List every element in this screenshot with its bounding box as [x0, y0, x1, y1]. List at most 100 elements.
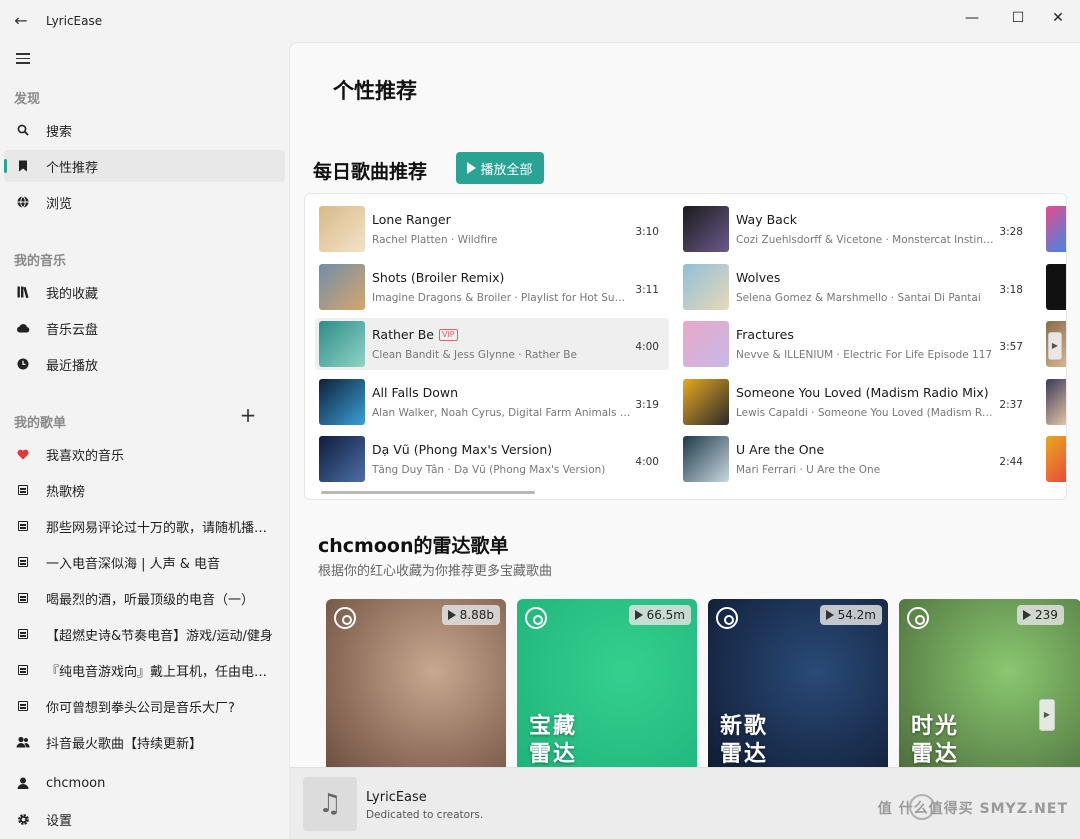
nav-browse[interactable]: 浏览	[4, 186, 285, 218]
song-title: All Falls Down	[372, 385, 459, 400]
song-row[interactable]: Shots (Broiler Remix) Imagine Dragons & …	[315, 261, 669, 313]
playlist-item[interactable]: 热歌榜	[4, 474, 285, 506]
playlist-item[interactable]: 一入电音深似海 | 人声 & 电音	[4, 546, 285, 578]
horizontal-scrollbar[interactable]	[321, 491, 535, 494]
nav-settings-label: 设置	[46, 813, 73, 829]
add-playlist-icon[interactable]: +	[238, 405, 258, 426]
play-count-icon	[634, 610, 643, 620]
clock-icon	[14, 355, 32, 373]
radar-playlist-card[interactable]: 66.5m 宝藏 雷达	[517, 599, 697, 767]
search-icon	[14, 121, 32, 139]
song-row[interactable]: Way Back Cozi Zuehlsdorff & Vicetone · M…	[679, 203, 1033, 255]
nav-cloud[interactable]: 音乐云盘	[4, 312, 285, 344]
netease-logo-icon	[334, 607, 356, 629]
library-icon	[14, 283, 32, 301]
song-artist-album: Imagine Dragons & Broiler · Playlist for…	[372, 292, 634, 304]
song-title: Rather Be VIP	[372, 327, 458, 342]
title-bar: ← LyricEase — ☐ ✕	[0, 0, 1080, 42]
song-row[interactable]: All Falls Down Alan Walker, Noah Cyrus, …	[315, 376, 669, 428]
song-row[interactable]: Dạ Vũ (Phong Max's Version) Tăng Duy Tân…	[315, 433, 669, 485]
song-artist-album: Clean Bandit & Jess Glynne · Rather Be	[372, 349, 577, 361]
album-cover	[683, 206, 729, 252]
playlist-item[interactable]: 抖音最火歌曲【持续更新】	[4, 726, 285, 758]
maximize-icon[interactable]: ☐	[998, 4, 1038, 32]
player-subtitle: Dedicated to creators.	[366, 809, 484, 821]
bookmark-icon	[14, 157, 32, 175]
close-icon[interactable]: ✕	[1038, 4, 1078, 32]
album-cover	[319, 264, 365, 310]
playlist-label: 【超燃史诗&节奏电音】游戏/运动/健身	[46, 628, 273, 644]
nav-settings[interactable]: 设置	[4, 803, 285, 835]
user-account[interactable]: chcmoon	[4, 767, 285, 799]
playlist-icon	[14, 697, 32, 715]
song-title: U Are the One	[736, 442, 825, 457]
song-artist-album: Cozi Zuehlsdorff & Vicetone · Monstercat…	[736, 234, 998, 246]
album-cover	[683, 321, 729, 367]
album-cover	[319, 379, 365, 425]
radar-playlist-card[interactable]: 239 时光 雷达	[899, 599, 1080, 767]
nav-favorites[interactable]: 我的收藏	[4, 276, 285, 308]
song-row[interactable]: Rather Be VIP Clean Bandit & Jess Glynne …	[315, 318, 669, 370]
back-arrow-icon[interactable]: ←	[10, 10, 32, 32]
nav-recommend[interactable]: 个性推荐	[4, 150, 285, 182]
radar-section-subtitle: 根据你的红心收藏为你推荐更多宝藏歌曲	[318, 564, 553, 579]
globe-icon	[14, 193, 32, 211]
heart-icon	[14, 445, 32, 463]
song-duration: 2:44	[999, 456, 1023, 468]
nav-search[interactable]: 搜索	[4, 114, 285, 146]
song-artist-album: Alan Walker, Noah Cyrus, Digital Farm An…	[372, 407, 634, 419]
song-row[interactable]: Fractures Nevve & ILLENIUM · Electric Fo…	[679, 318, 1033, 370]
menu-icon[interactable]	[14, 50, 38, 70]
play-all-button[interactable]: 播放全部	[456, 152, 544, 184]
radar-section-title: chcmoon的雷达歌单	[318, 535, 509, 557]
scroll-right-icon[interactable]: ▶	[1039, 699, 1055, 731]
scroll-right-icon[interactable]: ▶	[1048, 332, 1062, 360]
music-note-icon[interactable]: ♫	[303, 777, 357, 831]
playlist-item[interactable]: 那些网易评论过十万的歌，请随机播放。	[4, 510, 285, 542]
app-title: LyricEase	[46, 14, 103, 28]
song-row[interactable]: Wolves Selena Gomez & Marshmello · Santa…	[679, 261, 1033, 313]
playlist-icon	[14, 517, 32, 535]
playlist-item[interactable]: 『纯电音游戏向』戴上耳机，任由电音轰	[4, 654, 285, 686]
playlist-item[interactable]: 你可曾想到拳头公司是音乐大厂?	[4, 690, 285, 722]
playlist-label: 那些网易评论过十万的歌，请随机播放。	[46, 520, 274, 536]
playlist-item[interactable]: 我喜欢的音乐	[4, 438, 285, 470]
album-cover	[319, 206, 365, 252]
minimize-icon[interactable]: —	[952, 4, 992, 32]
nav-recent-label: 最近播放	[46, 358, 99, 374]
song-duration: 4:00	[635, 341, 659, 353]
playlist-icon	[14, 481, 32, 499]
song-title: Lone Ranger	[372, 212, 451, 227]
section-my-music: 我的音乐	[14, 254, 67, 269]
song-row[interactable]: Lone Ranger Rachel Platten · Wildfire 3:…	[315, 203, 669, 255]
playlist-label: 『纯电音游戏向』戴上耳机，任由电音轰	[46, 664, 274, 680]
playlist-item[interactable]: 喝最烈的酒，听最顶级的电音（一）	[4, 582, 285, 614]
playlist-label: 热歌榜	[46, 484, 86, 500]
album-cover-peek[interactable]	[1046, 436, 1066, 482]
album-cover-peek[interactable]	[1046, 206, 1066, 252]
nav-recent[interactable]: 最近播放	[4, 348, 285, 380]
song-title: Wolves	[736, 270, 781, 285]
nav-recommend-label: 个性推荐	[46, 160, 99, 176]
radar-playlist-card[interactable]: 54.2m 新歌 雷达	[708, 599, 888, 767]
netease-logo-icon	[525, 607, 547, 629]
playlist-cover-label: 新歌 雷达	[720, 714, 769, 767]
song-duration: 3:10	[635, 226, 659, 238]
playlist-icon	[14, 589, 32, 607]
playlist-item[interactable]: 【超燃史诗&节奏电音】游戏/运动/健身	[4, 618, 285, 650]
album-cover-peek[interactable]	[1046, 379, 1066, 425]
play-count: 8.88b	[441, 605, 500, 625]
play-count-icon	[447, 610, 456, 620]
playlist-icon	[14, 553, 32, 571]
daily-songs-title: 每日歌曲推荐	[313, 161, 428, 183]
users-icon	[14, 733, 32, 751]
song-duration: 3:11	[635, 284, 659, 296]
album-cover-peek[interactable]	[1046, 264, 1066, 310]
song-row[interactable]: Someone You Loved (Madism Radio Mix) Lew…	[679, 376, 1033, 428]
song-row[interactable]: U Are the One Mari Ferrari · U Are the O…	[679, 433, 1033, 485]
sidebar: 发现 搜索 个性推荐 浏览 我的音乐 我的收藏 音乐云盘 最近播放 我的歌单 +…	[0, 42, 288, 839]
play-count-icon	[1023, 610, 1031, 620]
playlist-label: 你可曾想到拳头公司是音乐大厂?	[46, 700, 235, 716]
nav-cloud-label: 音乐云盘	[46, 322, 99, 338]
radar-playlist-card[interactable]: 8.88b	[326, 599, 506, 767]
